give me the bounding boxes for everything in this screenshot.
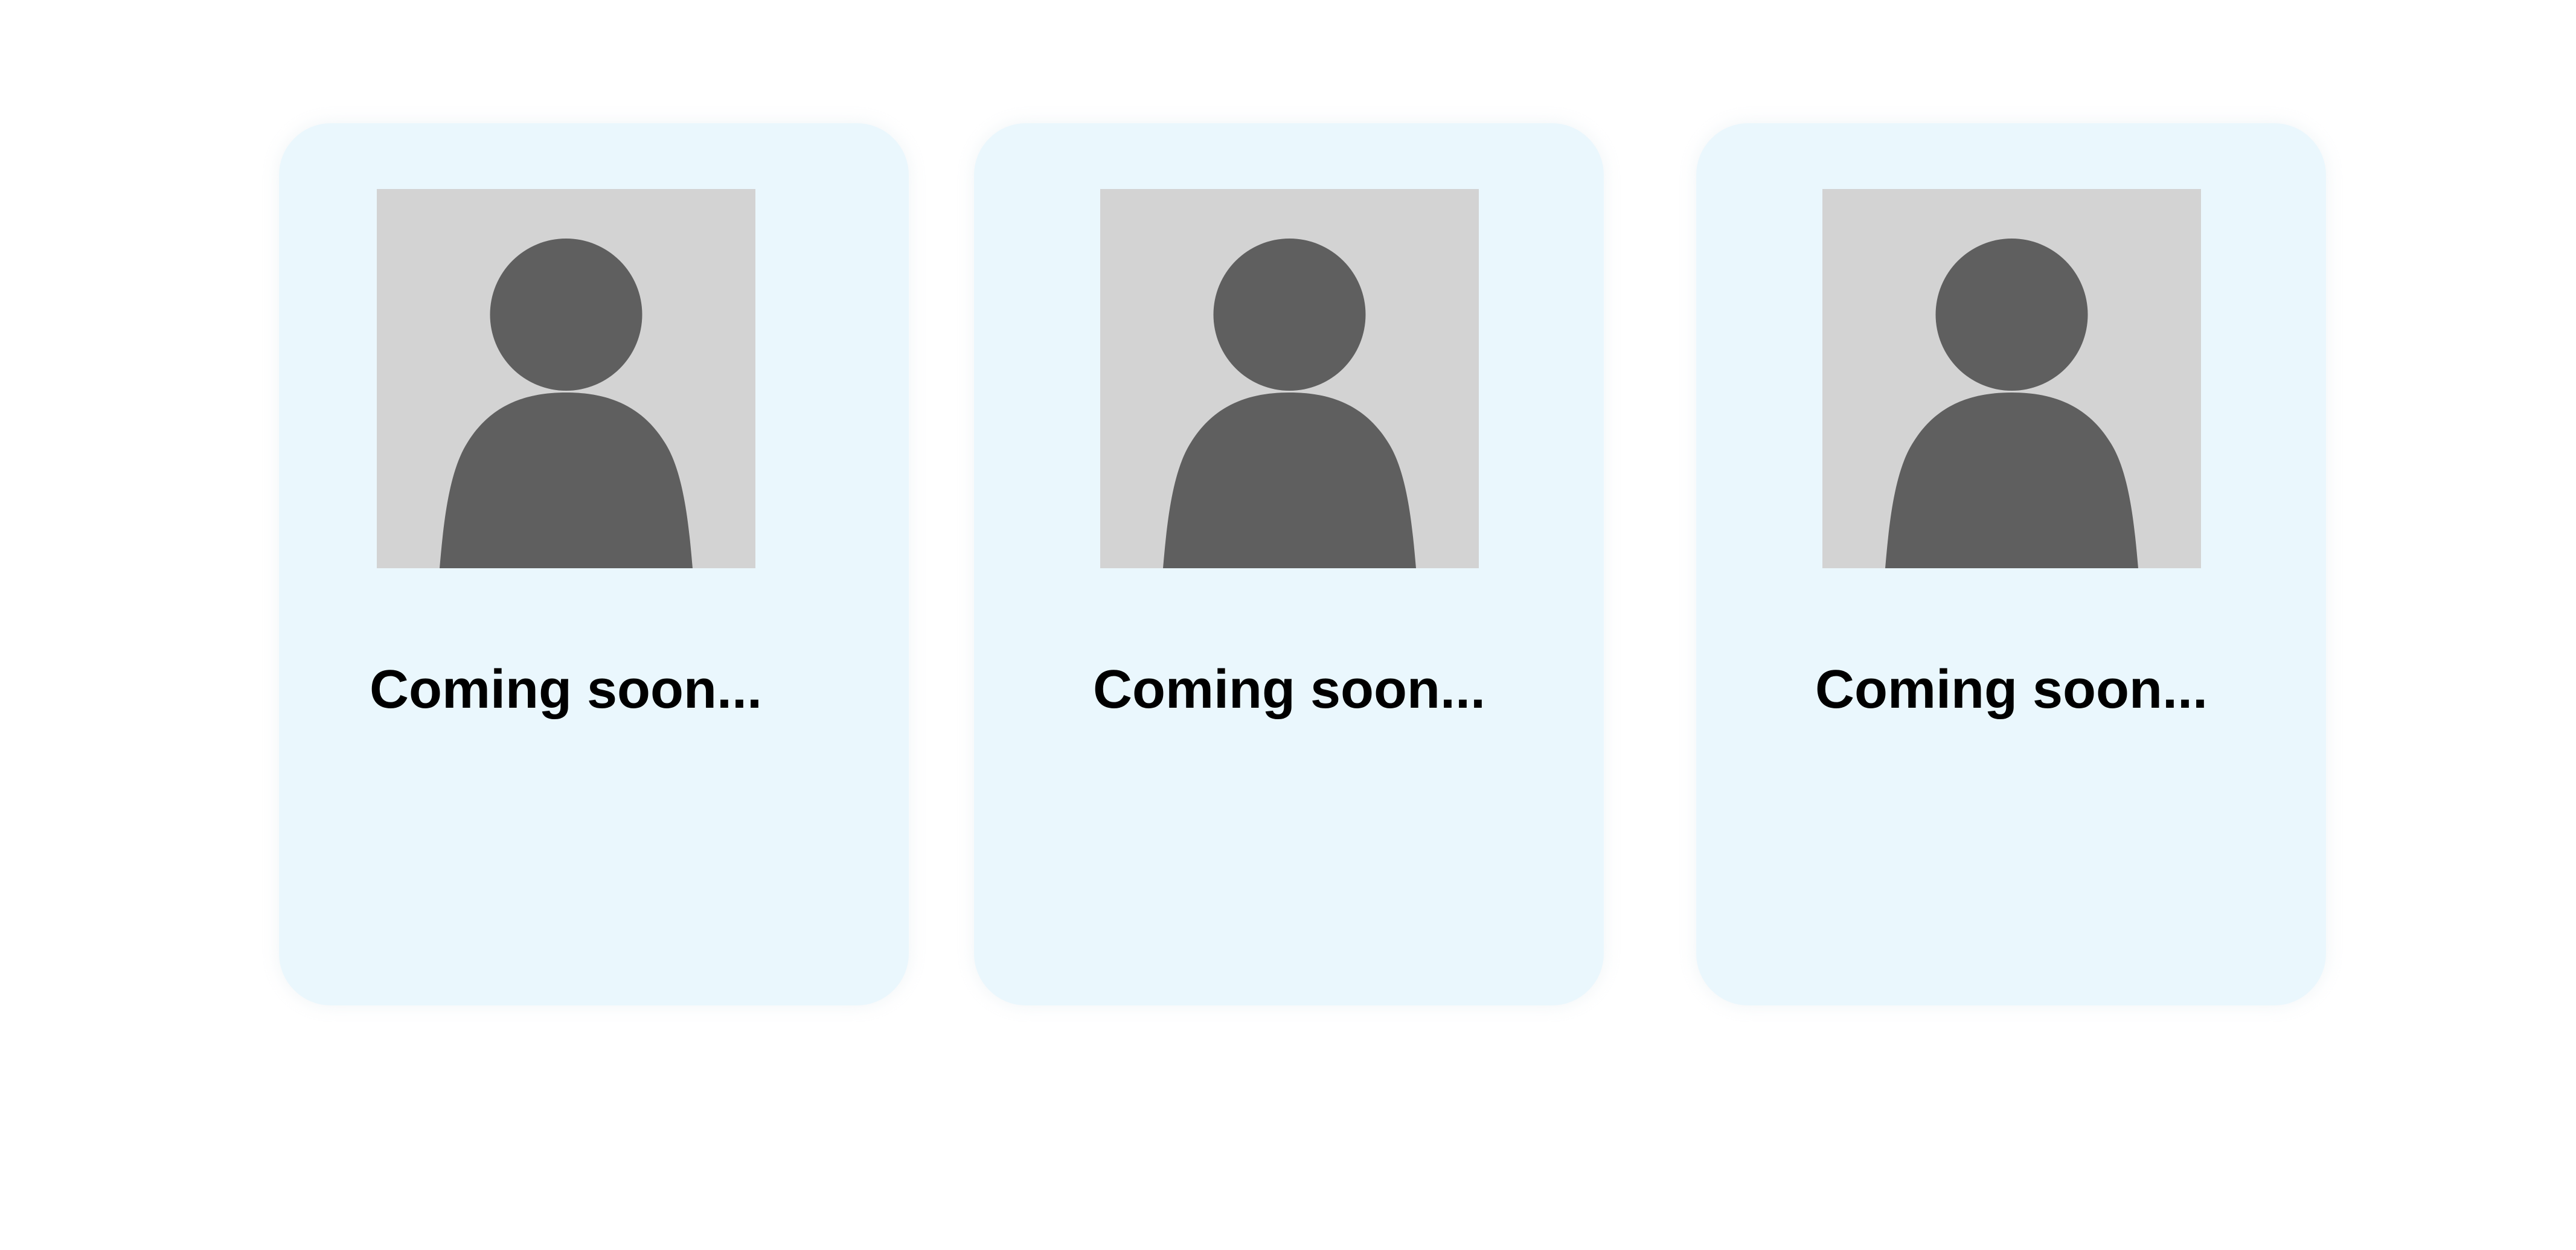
card-caption: Coming soon... — [1093, 659, 1485, 720]
card-caption: Coming soon... — [370, 659, 762, 720]
avatar-placeholder — [1100, 189, 1479, 568]
person-placeholder-icon — [1163, 239, 1416, 568]
card-caption: Coming soon... — [1815, 659, 2208, 720]
person-placeholder-icon — [440, 239, 693, 568]
profile-card: Coming soon... — [279, 123, 909, 1005]
profile-card: Coming soon... — [974, 123, 1604, 1005]
avatar-placeholder — [1822, 189, 2201, 568]
profile-card: Coming soon... — [1696, 123, 2326, 1005]
person-placeholder-icon — [1885, 239, 2138, 568]
avatar-placeholder — [377, 189, 755, 568]
card-grid: Coming soon... Coming soon... Coming soo… — [0, 0, 2576, 1250]
